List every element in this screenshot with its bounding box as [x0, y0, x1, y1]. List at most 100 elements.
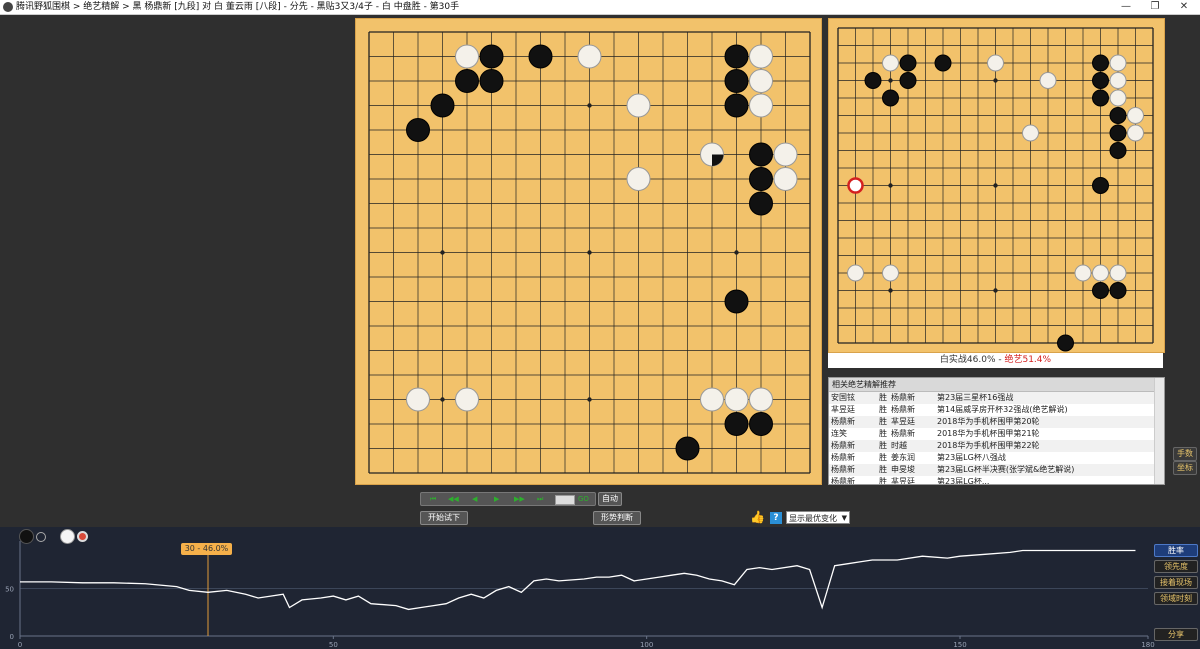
position-judge-button[interactable]: 形势判断 — [593, 511, 641, 525]
black-player-icon[interactable] — [19, 529, 34, 544]
black-toggle-icon[interactable] — [36, 532, 46, 542]
game-event: 第23届LG杯八强战 — [937, 453, 1006, 462]
white-stone — [749, 387, 773, 412]
white-stone — [1074, 264, 1092, 282]
back-ten-button[interactable]: ◀◀ — [448, 493, 459, 505]
game-list-row[interactable]: 杨鼎新 胜申旻埈 第23届LG杯半决赛(张学斌&绝艺解说) — [829, 464, 1164, 476]
game-list-row[interactable]: 杨鼎新 胜姜东润 第23届LG杯八强战 — [829, 452, 1164, 464]
coords-toggle-button[interactable]: 坐标 — [1173, 461, 1197, 475]
last-move-button[interactable]: ⏭ — [537, 493, 543, 505]
white-toggle-icon[interactable] — [77, 531, 88, 542]
black-stone — [675, 436, 700, 461]
variation-select[interactable]: 显示最优变化 ▼ — [786, 511, 850, 524]
back-button[interactable]: ◀ — [472, 493, 477, 505]
game-result: 胜 — [879, 417, 887, 426]
black-stone — [864, 72, 882, 89]
forward-ten-button[interactable]: ▶▶ — [514, 493, 525, 505]
black-stone — [1092, 72, 1109, 89]
actual-winrate: 白实战46.0% - — [939, 355, 1005, 365]
star-point — [993, 78, 998, 83]
minimize-button[interactable]: — — [1113, 0, 1139, 14]
game-list-row[interactable]: 连笑 胜杨鼎新 2018华为手机杯围甲第21轮 — [829, 428, 1164, 440]
star-point — [440, 397, 445, 402]
black-stone — [899, 72, 917, 89]
main-go-board[interactable] — [355, 18, 822, 485]
game-white-player: 时越 — [891, 441, 907, 450]
x-tick-label: 180 — [1141, 641, 1154, 649]
game-list-row[interactable]: 杨鼎新 胜时越 2018华为手机杯围甲第22轮 — [829, 440, 1164, 452]
star-point — [587, 103, 592, 108]
black-stone — [1092, 282, 1109, 299]
game-event: 第23届LG杯... — [937, 477, 990, 485]
analysis-board-svg[interactable] — [829, 19, 1164, 352]
game-list-row[interactable]: 杨鼎新 胜芈昱廷 2018华为手机杯围甲第20轮 — [829, 416, 1164, 428]
star-point — [888, 183, 893, 188]
list-header: 相关绝艺精解推荐 — [829, 378, 1164, 392]
list-scrollbar[interactable] — [1154, 378, 1164, 484]
white-stone — [773, 142, 798, 167]
game-event: 第14届威孚房开杯32强战(绝艺解说) — [937, 405, 1068, 414]
maximize-button[interactable]: ❐ — [1142, 0, 1168, 14]
title-bar: 腾讯野狐围棋 > 绝艺精解 > 黑 杨鼎新 [九段] 对 白 董云雨 [八段] … — [0, 0, 1200, 15]
game-white-player: 杨鼎新 — [891, 393, 915, 402]
moments-tab-button[interactable]: 领域时刻 — [1154, 592, 1198, 605]
white-stone — [847, 264, 864, 282]
thumbs-up-icon[interactable]: 👍 — [750, 511, 765, 524]
share-button[interactable]: 分享 — [1154, 628, 1198, 641]
analysis-go-board[interactable] — [828, 18, 1165, 353]
game-result: 胜 — [879, 441, 887, 450]
live-tab-button[interactable]: 接着现场 — [1154, 576, 1198, 589]
game-result: 胜 — [879, 393, 887, 402]
game-list-row[interactable]: 杨鼎新 胜芈昱廷 第23届LG杯... — [829, 476, 1164, 485]
move-number-input[interactable] — [555, 495, 575, 505]
game-list-row[interactable]: 安国铉 胜杨鼎新 第23届三星杯16强战 — [829, 392, 1164, 404]
game-result: 胜 — [879, 429, 887, 438]
auto-play-button[interactable]: 自动 — [598, 492, 622, 506]
forward-button[interactable]: ▶ — [494, 493, 499, 505]
white-stone — [455, 387, 479, 412]
white-stone — [406, 387, 430, 412]
star-point — [993, 183, 998, 188]
black-stone — [882, 89, 899, 107]
last-move-marker — [712, 154, 724, 166]
white-stone — [987, 54, 1004, 72]
game-white-player: 芈昱廷 — [891, 477, 915, 485]
white-stone — [1109, 54, 1127, 72]
game-event: 2018华为手机杯围甲第21轮 — [937, 429, 1040, 438]
winrate-tab-button[interactable]: 胜率 — [1154, 544, 1198, 557]
star-point — [587, 397, 592, 402]
game-result: 胜 — [879, 405, 887, 414]
first-move-button[interactable]: ⏮ — [430, 493, 436, 505]
lead-tab-button[interactable]: 领先度 — [1154, 560, 1198, 573]
help-icon[interactable]: ? — [770, 512, 782, 524]
x-tick-label: 150 — [953, 641, 966, 649]
white-stone — [749, 44, 773, 69]
y-tick-label: 50 — [5, 586, 14, 594]
black-stone — [1109, 142, 1127, 159]
black-stone — [724, 93, 749, 118]
white-stone — [749, 69, 773, 93]
black-stone — [1092, 177, 1109, 194]
winrate-chart[interactable]: 0 50 100 150 180 50 0 — [0, 527, 1200, 649]
moves-toggle-button[interactable]: 手数 — [1173, 447, 1197, 461]
black-stone — [724, 412, 749, 436]
close-button[interactable]: ✕ — [1171, 0, 1197, 14]
star-point — [587, 250, 592, 255]
black-stone — [1092, 54, 1109, 72]
game-black-player: 杨鼎新 — [831, 417, 855, 426]
white-stone — [455, 44, 479, 69]
black-stone — [749, 142, 773, 167]
star-point — [993, 288, 998, 293]
ai-winrate: 绝艺51.4% — [1004, 355, 1052, 365]
go-button[interactable]: GO — [578, 493, 589, 505]
trial-play-button[interactable]: 开始试下 — [420, 511, 468, 525]
game-result: 胜 — [879, 453, 887, 462]
white-player-icon[interactable] — [60, 529, 75, 544]
game-black-player: 杨鼎新 — [831, 465, 855, 474]
game-list-row[interactable]: 芈昱廷 胜杨鼎新 第14届威孚房开杯32强战(绝艺解说) — [829, 404, 1164, 416]
main-board-svg[interactable] — [356, 19, 821, 484]
white-stone — [1022, 124, 1039, 142]
game-white-player: 芈昱廷 — [891, 417, 915, 426]
white-stone — [724, 387, 749, 412]
white-stone — [577, 44, 602, 69]
